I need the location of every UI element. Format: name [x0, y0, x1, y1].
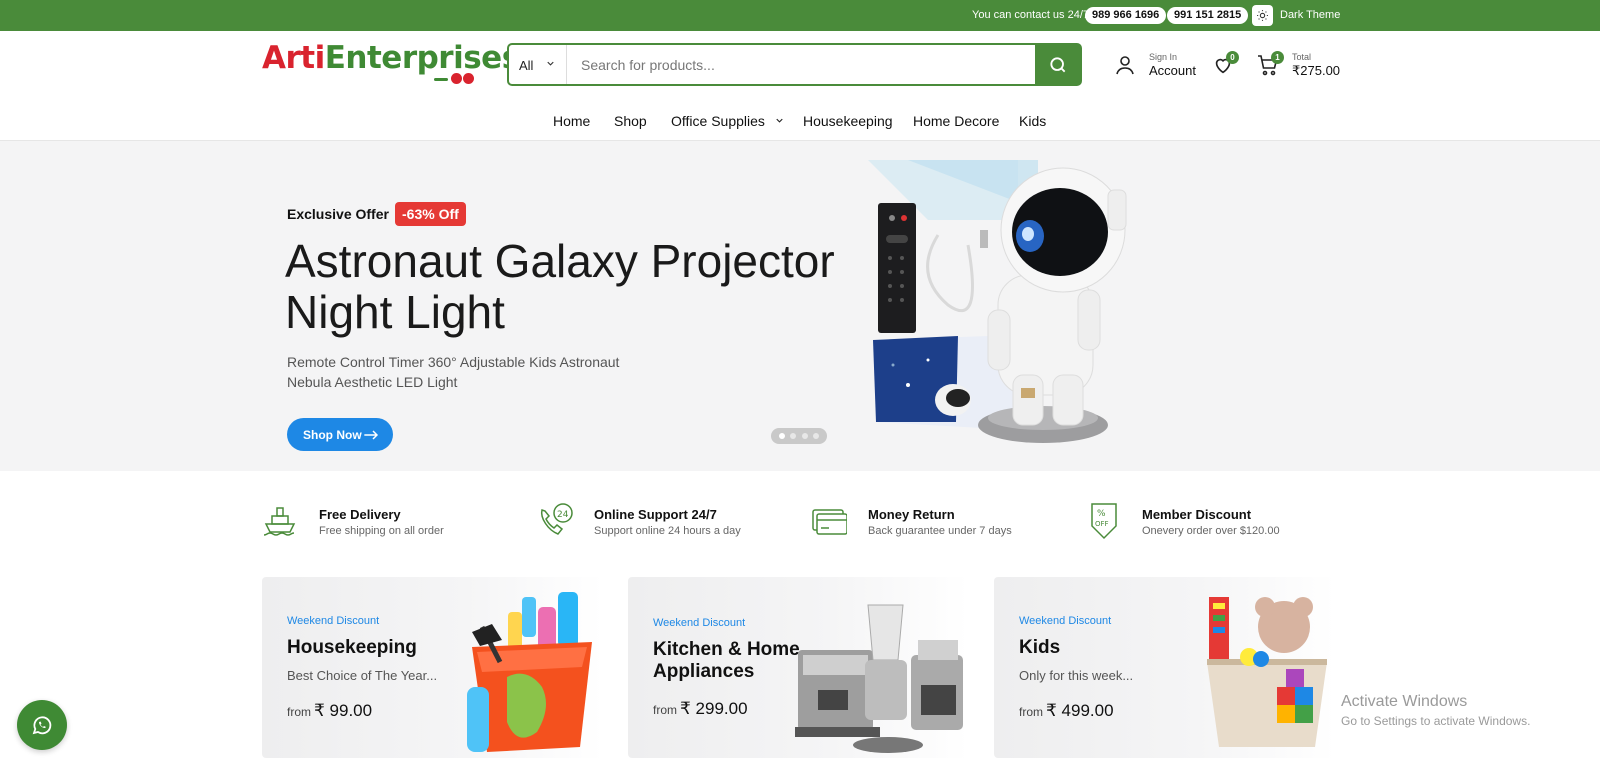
phone-number-1[interactable]: 989 966 1696 [1085, 7, 1167, 24]
feature-subtitle: Support online 24 hours a day [594, 525, 741, 537]
feature-title: Member Discount [1142, 507, 1252, 522]
promo-card-kids[interactable]: Weekend Discount Kids Only for this week… [994, 577, 1335, 758]
site-logo[interactable]: ArtiEnterprises [262, 40, 520, 76]
logo-text-enterprises: Enterprises [324, 40, 520, 76]
card-tag: Weekend Discount [1019, 615, 1112, 627]
search-button[interactable] [1035, 45, 1080, 84]
card-price: from ₹ 499.00 [1019, 701, 1114, 721]
contact-text: You can contact us 24/7 [972, 9, 1090, 21]
nav-item-kids[interactable]: Kids [1019, 113, 1046, 129]
feature-online-support: 24 Online Support 24/7 Support online 24… [536, 502, 741, 543]
arrow-right-icon [364, 430, 379, 440]
promo-card-kitchen[interactable]: Weekend Discount Kitchen & Home Applianc… [628, 577, 969, 758]
logo-text-arti: Arti [262, 40, 325, 76]
search-icon [1049, 56, 1065, 72]
slider-dot[interactable] [801, 433, 808, 439]
user-icon [1116, 56, 1134, 75]
search-category-value: All [519, 58, 534, 73]
hero-offer-label: Exclusive Offer [287, 206, 389, 222]
windows-activation-hint: Go to Settings to activate Windows. [1341, 714, 1531, 728]
support-24-icon: 24 [540, 503, 573, 535]
kids-toys-image [1207, 597, 1327, 747]
card-tag: Weekend Discount [287, 615, 380, 627]
whatsapp-icon [32, 716, 52, 735]
nav-item-office-supplies-label: Office Supplies [671, 113, 765, 129]
nav-item-home-decore[interactable]: Home Decore [913, 113, 999, 129]
card-title: Housekeeping [287, 637, 417, 658]
feature-subtitle: Onevery order over $120.00 [1142, 525, 1280, 537]
feature-money-return: Money Return Back guarantee under 7 days [811, 502, 1012, 543]
sun-icon [1257, 10, 1268, 21]
card-title: Kids [1019, 637, 1061, 658]
price-from-label: from [1019, 705, 1043, 719]
astronaut-projector-image [868, 160, 1127, 443]
logo-mark [433, 71, 474, 89]
account-button[interactable] [1113, 53, 1137, 82]
sign-in-label[interactable]: Sign In [1149, 52, 1177, 62]
feature-subtitle: Back guarantee under 7 days [868, 525, 1012, 537]
hero-title: Astronaut Galaxy Projector Night Light [285, 235, 835, 338]
card-tag: Weekend Discount [653, 617, 746, 629]
slider-dot[interactable] [778, 433, 785, 439]
theme-toggle-button[interactable] [1252, 5, 1273, 26]
feature-title: Free Delivery [319, 507, 401, 522]
cart-total-value[interactable]: ₹275.00 [1292, 63, 1340, 79]
chevron-down-icon [776, 118, 783, 123]
feature-subtitle: Free shipping on all order [319, 525, 444, 537]
search-category-select[interactable]: All [509, 45, 567, 84]
slider-dots [771, 428, 827, 444]
nav-item-office-supplies[interactable]: Office Supplies [671, 113, 785, 129]
discount-tag-icon: %OFF [1091, 503, 1117, 540]
feature-free-delivery: Free Delivery Free shipping on all order [262, 502, 444, 543]
cart-button[interactable]: 1 [1256, 51, 1284, 82]
nav-item-home[interactable]: Home [553, 113, 590, 129]
wishlist-count-badge: 0 [1226, 51, 1239, 64]
svg-text:24: 24 [557, 510, 569, 520]
windows-activation-watermark: Activate Windows [1341, 693, 1468, 710]
shop-now-button[interactable]: Shop Now [287, 418, 393, 451]
slider-dot[interactable] [813, 433, 820, 439]
price-value: ₹ 299.00 [680, 699, 748, 718]
hero-description: Remote Control Timer 360° Adjustable Kid… [287, 354, 620, 390]
shop-now-label: Shop Now [303, 428, 362, 442]
search-input[interactable] [569, 45, 1029, 84]
whatsapp-chat-button[interactable] [17, 700, 67, 750]
card-subtitle: Best Choice of The Year... [287, 668, 438, 683]
main-nav: Home Shop Office Supplies Housekeeping H… [0, 103, 1600, 141]
hero-discount-badge: -63% Off [395, 202, 466, 226]
cart-total-label: Total [1292, 52, 1312, 62]
nav-item-housekeeping[interactable]: Housekeeping [803, 113, 893, 129]
card-price: from ₹ 299.00 [653, 699, 748, 719]
chevron-down-icon [547, 61, 554, 66]
wishlist-button[interactable]: 0 [1212, 51, 1239, 81]
svg-text:%: % [1097, 509, 1106, 519]
price-from-label: from [287, 705, 311, 719]
ship-icon [263, 507, 296, 536]
promo-card-housekeeping[interactable]: Weekend Discount Housekeeping Best Choic… [262, 577, 603, 758]
cleaning-supplies-image [467, 592, 592, 752]
nav-item-shop[interactable]: Shop [614, 113, 647, 129]
price-from-label: from [653, 703, 677, 717]
svg-text:OFF: OFF [1095, 520, 1109, 528]
top-bar: You can contact us 24/7 989 966 1696 991… [0, 0, 1600, 31]
feature-title: Money Return [868, 507, 955, 522]
price-value: ₹ 499.00 [1046, 701, 1114, 720]
feature-member-discount: % OFF Member Discount Onevery order over … [1088, 502, 1280, 545]
cart-count-badge: 1 [1271, 51, 1284, 64]
slider-dot[interactable] [790, 433, 797, 439]
phone-number-2[interactable]: 991 151 2815 [1167, 7, 1249, 24]
card-subtitle: Only for this week... [1019, 668, 1134, 683]
search-bar: All [507, 43, 1082, 86]
money-card-icon [812, 509, 848, 535]
feature-title: Online Support 24/7 [594, 507, 717, 522]
kitchen-appliances-image [795, 604, 963, 753]
account-label[interactable]: Account [1149, 63, 1196, 78]
price-value: ₹ 99.00 [314, 701, 373, 720]
card-price: from ₹ 99.00 [287, 701, 372, 721]
card-title: Kitchen & Home Appliances [653, 639, 800, 682]
theme-label[interactable]: Dark Theme [1280, 9, 1340, 21]
